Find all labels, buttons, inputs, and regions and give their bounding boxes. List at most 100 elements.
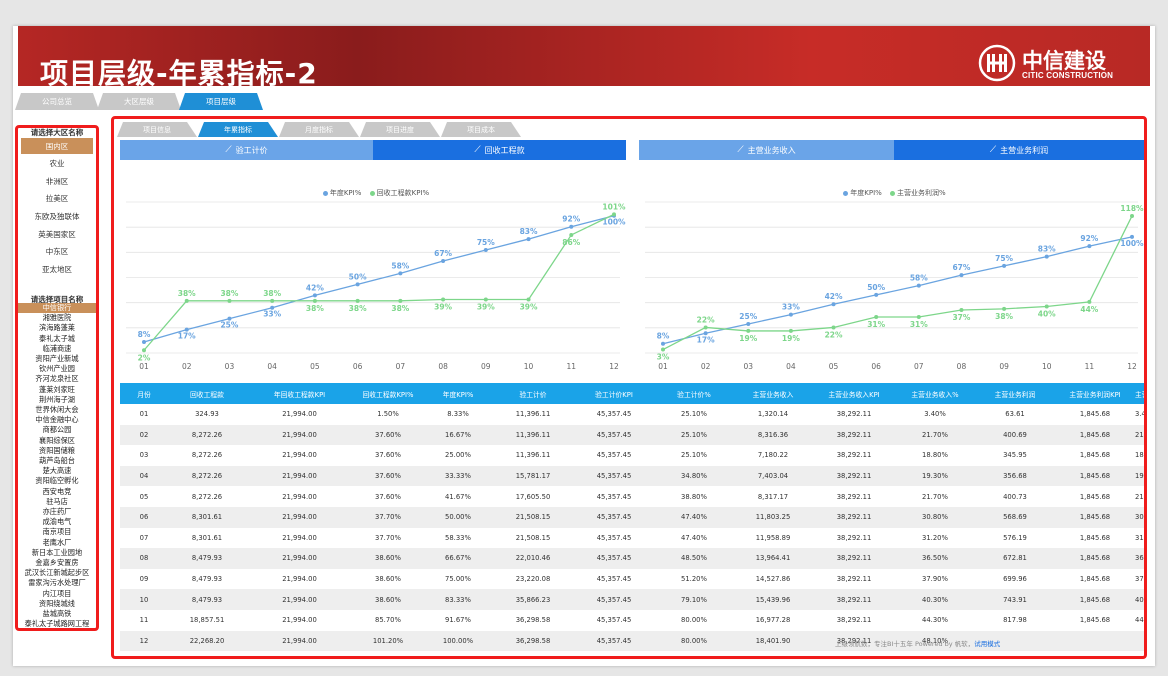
project-item[interactable]: 老鹰水厂 xyxy=(18,538,96,548)
project-item[interactable]: 荆州海子湖 xyxy=(18,395,96,405)
column-header[interactable]: 验工计价% xyxy=(655,389,733,399)
data-point[interactable] xyxy=(1002,306,1007,311)
project-item[interactable]: 钦州产业园 xyxy=(18,364,96,374)
column-header[interactable]: 主营业务收入KPI xyxy=(813,389,895,399)
data-point[interactable] xyxy=(569,224,574,229)
project-item[interactable]: 武汉长江新城起步区 xyxy=(18,568,96,578)
data-point[interactable] xyxy=(1002,263,1007,268)
data-point[interactable] xyxy=(874,314,879,319)
data-point[interactable] xyxy=(483,248,488,253)
data-point[interactable] xyxy=(441,259,446,264)
project-item[interactable]: 成渝电气 xyxy=(18,517,96,527)
data-point[interactable] xyxy=(831,302,836,307)
project-item[interactable]: 金嘉乡安置房 xyxy=(18,558,96,568)
column-header[interactable]: 主营业务利润KPI xyxy=(1055,389,1135,399)
region-item[interactable]: 中东区 xyxy=(21,244,93,260)
project-item[interactable]: 湘雅医院 xyxy=(18,313,96,323)
data-point[interactable] xyxy=(916,314,921,319)
chart-button-recovered-payments[interactable]: ⟋ 回收工程款 xyxy=(373,140,626,160)
data-point[interactable] xyxy=(441,297,446,302)
region-item[interactable]: 国内区 xyxy=(21,138,93,154)
data-point[interactable] xyxy=(788,328,793,333)
data-point[interactable] xyxy=(398,271,403,276)
data-point[interactable] xyxy=(1130,213,1134,218)
region-item[interactable]: 东欧及独联体 xyxy=(21,208,93,224)
data-point[interactable] xyxy=(916,283,921,288)
subtab-monthly-indicators[interactable]: 月度指标 xyxy=(279,122,359,137)
region-item[interactable]: 亚太地区 xyxy=(21,261,93,277)
project-item[interactable]: 资阳国储粮 xyxy=(18,446,96,456)
data-point[interactable] xyxy=(227,298,232,303)
project-item[interactable]: 泰礼太子城 xyxy=(18,334,96,344)
project-item[interactable]: 资阳临空孵化 xyxy=(18,476,96,486)
column-header[interactable]: 主营业务收入% xyxy=(895,389,975,399)
project-item[interactable]: 襄阳综保区 xyxy=(18,436,96,446)
data-point[interactable] xyxy=(483,297,488,302)
data-point[interactable] xyxy=(746,328,751,333)
project-item[interactable]: 滨海路蓬莱 xyxy=(18,323,96,333)
data-point[interactable] xyxy=(312,298,317,303)
chart-button-main-revenue[interactable]: ⟋ 主营业务收入 xyxy=(639,140,894,160)
subtab-project-progress[interactable]: 项目进度 xyxy=(360,122,440,137)
project-item[interactable]: 世界休闲大会 xyxy=(18,405,96,415)
data-point[interactable] xyxy=(398,298,403,303)
project-item[interactable]: 泰礼太子城路网工程 xyxy=(18,619,96,629)
project-item[interactable]: 齐河龙泉社区 xyxy=(18,374,96,384)
column-header[interactable]: 验工计价KPI xyxy=(573,389,655,399)
column-header[interactable]: 月份 xyxy=(120,389,168,399)
project-item[interactable]: 驻马店 xyxy=(18,497,96,507)
column-header[interactable]: 主营业务利润% xyxy=(1135,389,1144,399)
subtab-annual-indicators[interactable]: 年累指标 xyxy=(198,122,278,137)
region-item[interactable]: 非洲区 xyxy=(21,173,93,189)
data-point[interactable] xyxy=(661,341,665,346)
data-point[interactable] xyxy=(355,298,360,303)
subtab-project-cost[interactable]: 项目成本 xyxy=(441,122,521,137)
column-header[interactable]: 年回收工程款KPI xyxy=(246,389,353,399)
column-header[interactable]: 回收工程款KPI% xyxy=(353,389,423,399)
tab-company-overview[interactable]: 公司总览 xyxy=(15,93,99,110)
data-point[interactable] xyxy=(959,273,964,278)
project-item[interactable]: 葫芦岛船台 xyxy=(18,456,96,466)
data-point[interactable] xyxy=(703,325,708,330)
project-item[interactable]: 亦庄药厂 xyxy=(18,507,96,517)
chart-button-inspection-valuation[interactable]: ⟋ 验工计价 xyxy=(120,140,373,160)
column-header[interactable]: 回收工程款 xyxy=(168,389,246,399)
project-item[interactable]: 楚大高速 xyxy=(18,466,96,476)
project-item[interactable]: 雷家沟污水处理厂 xyxy=(18,578,96,588)
region-item[interactable]: 英美国家区 xyxy=(21,226,93,242)
project-item[interactable]: 资阳产业新城 xyxy=(18,354,96,364)
data-point[interactable] xyxy=(526,237,531,242)
data-point[interactable] xyxy=(831,325,836,330)
data-point[interactable] xyxy=(874,292,879,297)
project-item[interactable]: 内江项目 xyxy=(18,589,96,599)
tab-project-level[interactable]: 项目层级 xyxy=(179,93,263,110)
trial-mode-link[interactable]: 试用模式 xyxy=(974,640,1000,648)
data-point[interactable] xyxy=(569,232,574,237)
column-header[interactable]: 年度KPI% xyxy=(423,389,493,399)
data-point[interactable] xyxy=(612,212,616,217)
data-point[interactable] xyxy=(1044,304,1049,309)
column-header[interactable]: 主营业务收入 xyxy=(733,389,813,399)
data-point[interactable] xyxy=(1087,299,1092,304)
data-point[interactable] xyxy=(270,298,275,303)
data-point[interactable] xyxy=(1044,254,1049,259)
chart-button-main-profit[interactable]: ⟋ 主营业务利润 xyxy=(894,140,1144,160)
project-item[interactable]: 新日本工业园地 xyxy=(18,548,96,558)
region-item[interactable]: 农业 xyxy=(21,156,93,172)
data-point[interactable] xyxy=(1087,244,1092,249)
data-point[interactable] xyxy=(142,348,146,353)
data-point[interactable] xyxy=(959,308,964,313)
column-header[interactable]: 验工计价 xyxy=(493,389,573,399)
data-point[interactable] xyxy=(661,347,665,352)
project-item[interactable]: 盐城高铁 xyxy=(18,609,96,619)
column-header[interactable]: 主营业务利润 xyxy=(975,389,1055,399)
project-item[interactable]: 临浦商速 xyxy=(18,344,96,354)
project-item[interactable]: 中信银行 xyxy=(18,303,96,313)
data-point[interactable] xyxy=(355,282,360,287)
data-point[interactable] xyxy=(142,340,146,345)
region-item[interactable]: 拉美区 xyxy=(21,191,93,207)
tab-region-level[interactable]: 大区层级 xyxy=(97,93,181,110)
project-item[interactable]: 商都公园 xyxy=(18,425,96,435)
data-point[interactable] xyxy=(788,312,793,317)
project-item[interactable]: 资阳绕城线 xyxy=(18,599,96,609)
